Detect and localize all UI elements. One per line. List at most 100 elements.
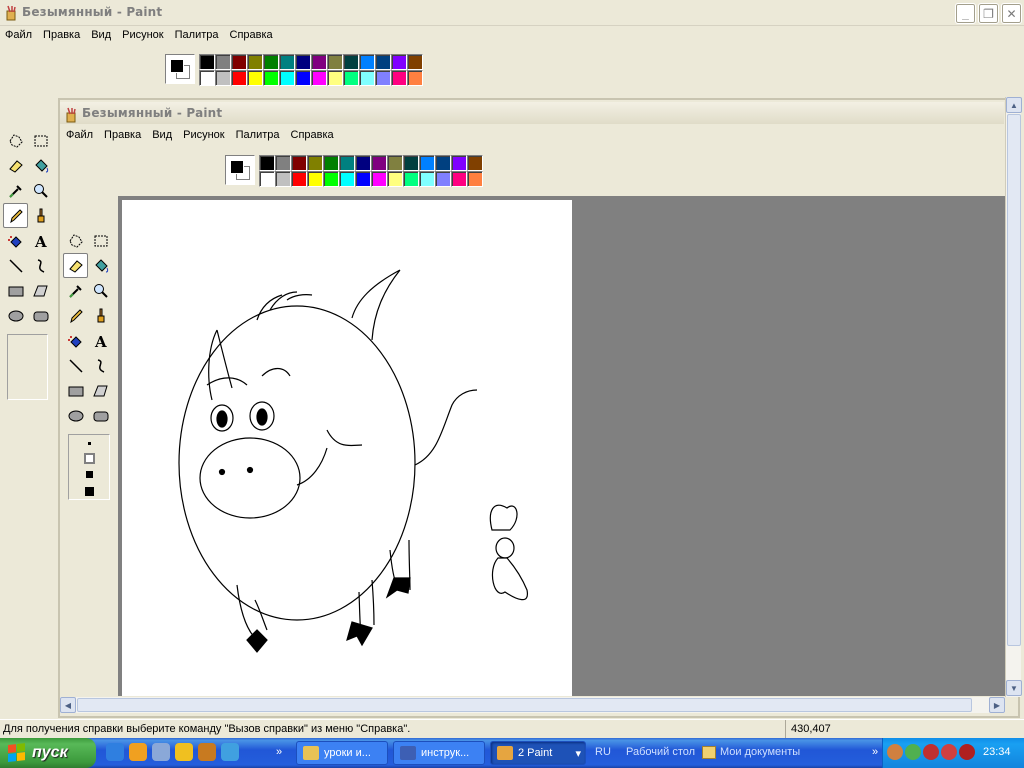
color-swatch[interactable]	[231, 54, 247, 70]
color-swatch[interactable]	[435, 155, 451, 171]
color-swatch[interactable]	[307, 155, 323, 171]
eraser-tool[interactable]	[63, 253, 88, 278]
color-swatch[interactable]	[311, 54, 327, 70]
game-icon[interactable]	[198, 743, 216, 761]
restore-button[interactable]: ❐	[978, 3, 999, 24]
brush-size-panel[interactable]	[68, 434, 110, 500]
color-swatch[interactable]	[419, 155, 435, 171]
color-swatch[interactable]	[467, 155, 483, 171]
brush-tool[interactable]	[88, 303, 113, 328]
color-swatch[interactable]	[419, 171, 435, 187]
color-swatch[interactable]	[387, 155, 403, 171]
color-swatch[interactable]	[407, 70, 423, 86]
color-swatch[interactable]	[355, 171, 371, 187]
color-swatch[interactable]	[407, 54, 423, 70]
color-swatch[interactable]	[343, 70, 359, 86]
tray-app-icon[interactable]	[923, 744, 939, 760]
pencil-tool[interactable]	[63, 303, 88, 328]
color-swatch[interactable]	[263, 70, 279, 86]
color-swatch[interactable]	[291, 171, 307, 187]
scroll-up-button[interactable]: ▲	[1006, 97, 1022, 113]
tool-options-panel[interactable]	[7, 334, 48, 400]
scroll-left-button[interactable]: ◀	[60, 697, 76, 713]
color-swatch[interactable]	[231, 70, 247, 86]
task-paint[interactable]: 2 Paint ▾	[490, 741, 586, 765]
color-swatch[interactable]	[371, 171, 387, 187]
current-colors[interactable]	[165, 54, 195, 84]
color-swatch[interactable]	[311, 70, 327, 86]
tray-chrome-icon[interactable]	[905, 744, 921, 760]
inner-menu-file[interactable]: Файл	[61, 127, 99, 145]
color-swatch[interactable]	[387, 171, 403, 187]
my-documents-toolbar[interactable]: Мои документы	[702, 746, 800, 759]
ellipse-tool[interactable]	[3, 303, 28, 328]
color-swatch[interactable]	[323, 155, 339, 171]
color-swatch[interactable]	[263, 54, 279, 70]
menu-palette[interactable]: Палитра	[170, 27, 225, 45]
drawing-canvas[interactable]	[122, 200, 572, 696]
color-swatch[interactable]	[323, 171, 339, 187]
text-tool[interactable]: A	[28, 228, 53, 253]
tray-opera-icon[interactable]	[941, 744, 957, 760]
close-button[interactable]: ✕	[1001, 3, 1022, 24]
color-swatch[interactable]	[327, 70, 343, 86]
color-swatch[interactable]	[259, 171, 275, 187]
color-swatch[interactable]	[295, 54, 311, 70]
picker-tool[interactable]	[3, 178, 28, 203]
menu-help[interactable]: Справка	[225, 27, 279, 45]
color-swatch[interactable]	[279, 54, 295, 70]
horizontal-scroll-thumb[interactable]	[77, 698, 972, 712]
tray-shield-icon[interactable]	[959, 744, 975, 760]
messenger-icon[interactable]	[221, 743, 239, 761]
color-swatch[interactable]	[355, 155, 371, 171]
line-tool[interactable]	[3, 253, 28, 278]
color-swatch[interactable]	[375, 54, 391, 70]
task-lessons[interactable]: уроки и...	[296, 741, 388, 765]
vertical-scrollbar[interactable]: ▲ ▼	[1005, 97, 1022, 697]
menu-edit[interactable]: Правка	[38, 27, 86, 45]
color-swatch[interactable]	[295, 70, 311, 86]
tray-arrow-icon[interactable]	[887, 744, 903, 760]
fill-tool[interactable]	[88, 253, 113, 278]
text-tool[interactable]: A	[88, 328, 113, 353]
color-swatch[interactable]	[275, 155, 291, 171]
vertical-scroll-thumb[interactable]	[1007, 114, 1021, 646]
color-swatch[interactable]	[247, 70, 263, 86]
minimize-button[interactable]: _	[955, 3, 976, 24]
color-swatch[interactable]	[359, 54, 375, 70]
color-swatch[interactable]	[215, 54, 231, 70]
menu-file[interactable]: Файл	[0, 27, 38, 45]
task-instructions[interactable]: инструк...	[393, 741, 485, 765]
color-swatch[interactable]	[199, 54, 215, 70]
start-button[interactable]: пуск	[0, 738, 96, 768]
media-player-icon[interactable]	[129, 743, 147, 761]
menu-view[interactable]: Вид	[86, 27, 117, 45]
magnifier-tool[interactable]	[28, 178, 53, 203]
color-swatch[interactable]	[259, 155, 275, 171]
airbrush-tool[interactable]	[63, 328, 88, 353]
ellipse-tool[interactable]	[63, 403, 88, 428]
notepad-icon[interactable]	[152, 743, 170, 761]
color-swatch[interactable]	[247, 54, 263, 70]
scroll-down-button[interactable]: ▼	[1006, 680, 1022, 696]
menu-image[interactable]: Рисунок	[117, 27, 170, 45]
pencil-tool[interactable]	[3, 203, 28, 228]
scroll-right-button[interactable]: ▶	[989, 697, 1005, 713]
rounded-rect-tool[interactable]	[88, 403, 113, 428]
color-swatch[interactable]	[279, 70, 295, 86]
magnifier-tool[interactable]	[88, 278, 113, 303]
line-tool[interactable]	[63, 353, 88, 378]
color-swatch[interactable]	[359, 70, 375, 86]
language-indicator[interactable]: RU	[595, 746, 611, 758]
color-swatch[interactable]	[451, 155, 467, 171]
eraser-tool[interactable]	[3, 153, 28, 178]
free-select-tool[interactable]	[3, 128, 28, 153]
desktop-toolbar-label[interactable]: Рабочий стол	[626, 746, 695, 758]
picker-tool[interactable]	[63, 278, 88, 303]
quick-launch-more[interactable]: »	[276, 746, 282, 758]
rect-select-tool[interactable]	[88, 228, 113, 253]
rectangle-tool[interactable]	[63, 378, 88, 403]
color-swatch[interactable]	[403, 171, 419, 187]
color-swatch[interactable]	[391, 54, 407, 70]
clock-icon[interactable]	[175, 743, 193, 761]
